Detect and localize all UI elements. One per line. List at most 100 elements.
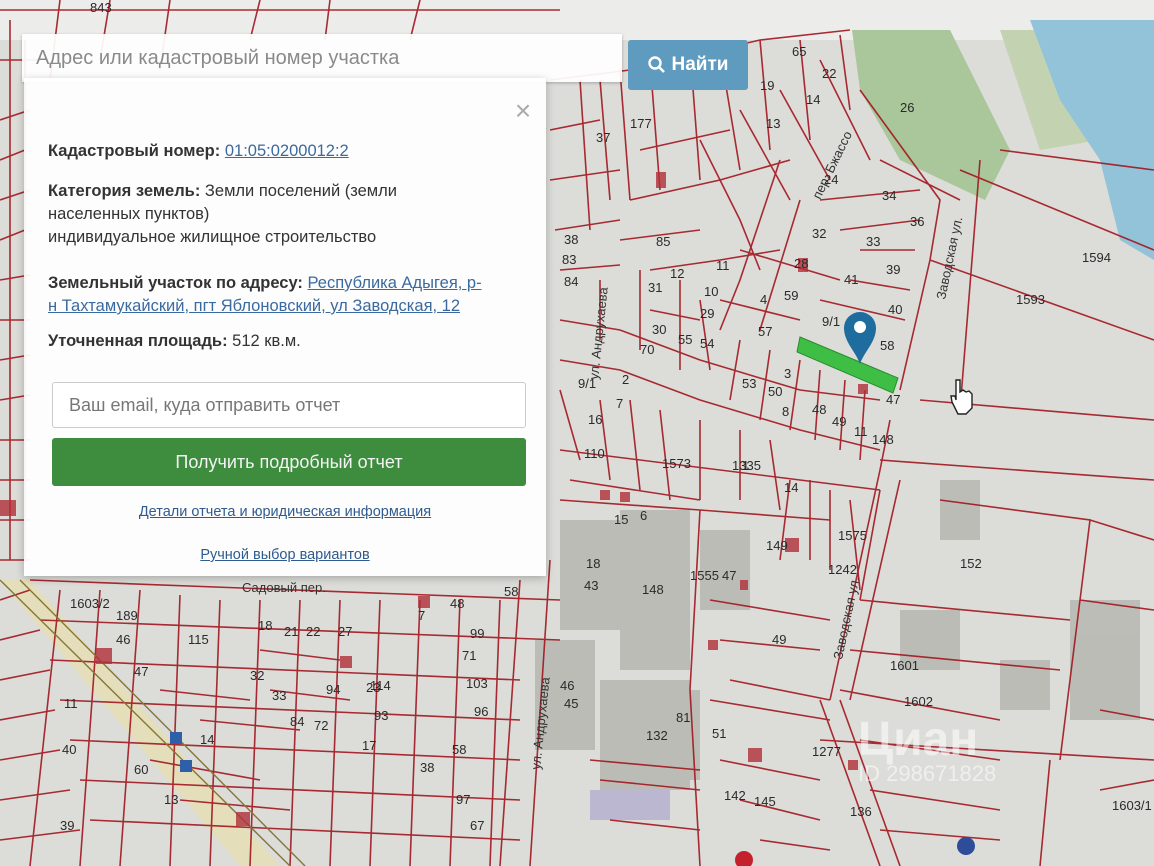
manual-selection-link[interactable]: Ручной выбор вариантов — [200, 547, 369, 563]
parcel-number-label: 1 — [742, 458, 749, 473]
parcel-number-label: 1277 — [812, 744, 841, 759]
parcel-number-label: 94 — [326, 682, 340, 697]
parcel-number-label: 115 — [188, 632, 209, 647]
search-button[interactable]: Найти — [628, 40, 748, 90]
email-field[interactable] — [52, 382, 526, 428]
area-row: Уточненная площадь: 512 кв.м. — [48, 330, 301, 353]
parcel-number-label: 43 — [584, 578, 598, 593]
parcel-number-label: 47 — [886, 392, 900, 407]
parcel-number-label: 40 — [888, 302, 902, 317]
get-report-button[interactable]: Получить подробный отчет — [52, 438, 526, 486]
parcel-number-label: 11 — [716, 258, 730, 273]
parcel-number-label: 96 — [474, 704, 488, 719]
street-label-sadovy: Садовый пер. — [242, 580, 326, 595]
parcel-number-label: 83 — [562, 252, 576, 267]
parcel-number-label: 19 — [760, 78, 774, 93]
parcel-number-label: 17 — [362, 738, 376, 753]
parcel-number-label: 23 — [366, 680, 380, 695]
parcel-number-label: 85 — [656, 234, 670, 249]
land-category-value-1: Земли поселений (земли — [204, 182, 398, 200]
parcel-number-label: 45 — [564, 696, 578, 711]
parcel-number-label: 13 — [766, 116, 780, 131]
parcel-number-label: 1602 — [904, 694, 933, 709]
parcel-number-label: 33 — [272, 688, 286, 703]
parcel-number-label: 32 — [812, 226, 826, 241]
parcel-number-label: 21 — [284, 624, 298, 639]
parcel-number-label: 10 — [704, 284, 718, 299]
parcel-number-label: 1594 — [1082, 250, 1111, 265]
parcel-number-label: 7 — [418, 608, 425, 623]
parcel-number-label: 39 — [886, 262, 900, 277]
parcel-number-label: 9/1 — [822, 314, 840, 329]
parcel-number-label: 33 — [866, 234, 880, 249]
area-label: Уточненная площадь: — [48, 332, 228, 350]
parcel-info-panel: × Кадастровый номер: 01:05:0200012:2 Кат… — [24, 78, 546, 576]
parcel-number-label: 36 — [910, 214, 924, 229]
parcel-number-label: 47 — [134, 664, 148, 679]
parcel-number-label: 32 — [250, 668, 264, 683]
parcel-number-label: 40 — [62, 742, 76, 757]
parcel-number-label: 7 — [616, 396, 623, 411]
parcel-number-label: 145 — [754, 794, 776, 809]
parcel-number-label: 38 — [420, 760, 434, 775]
parcel-number-label: 99 — [470, 626, 484, 641]
land-category-row: Категория земель: Земли поселений (земли… — [48, 180, 397, 249]
parcel-number-label: 1603/2 — [70, 596, 110, 611]
parcel-number-label: 81 — [676, 710, 690, 725]
close-icon[interactable]: × — [508, 96, 538, 126]
parcel-number-label: 149 — [766, 538, 788, 553]
parcel-number-label: 46 — [560, 678, 574, 693]
parcel-number-label: 47 — [722, 568, 736, 583]
search-input[interactable] — [22, 34, 622, 82]
parcel-number-label: 37 — [596, 130, 610, 145]
address-link-1[interactable]: Республика Адыгея, р- — [308, 274, 482, 292]
cadastral-number-label: Кадастровый номер: — [48, 142, 221, 160]
parcel-number-label: 4 — [760, 292, 767, 307]
land-category-value-2: населенных пунктов) — [48, 205, 210, 223]
parcel-number-label: 58 — [504, 584, 518, 599]
land-category-label: Категория земель: — [48, 182, 201, 200]
parcel-number-label: 11 — [854, 424, 868, 439]
parcel-number-label: 34 — [882, 188, 896, 203]
parcel-number-label: 14 — [806, 92, 820, 107]
parcel-number-label: 27 — [338, 624, 352, 639]
parcel-number-label: 97 — [456, 792, 470, 807]
parcel-number-label: 1601 — [890, 658, 919, 673]
parcel-number-label: 132 — [646, 728, 668, 743]
parcel-number-label: 29 — [700, 306, 714, 321]
parcel-number-label: 1593 — [1016, 292, 1045, 307]
area-value: 512 кв.м. — [232, 332, 301, 350]
parcel-number-label: 48 — [450, 596, 464, 611]
parcel-number-label: 55 — [678, 332, 692, 347]
cadastral-number-link[interactable]: 01:05:0200012:2 — [225, 142, 349, 160]
parcel-number-label: 93 — [374, 708, 388, 723]
parcel-number-label: 103 — [466, 676, 488, 691]
parcel-number-label: 84 — [564, 274, 578, 289]
parcel-number-label: 142 — [724, 788, 746, 803]
parcel-number-label: 49 — [832, 414, 846, 429]
details-link-row: Детали отчета и юридическая информация — [24, 504, 546, 520]
parcel-number-label: 49 — [772, 632, 786, 647]
manual-link-row: Ручной выбор вариантов — [24, 547, 546, 563]
parcel-number-label: 71 — [462, 648, 476, 663]
parcel-number-label: 67 — [470, 818, 484, 833]
parcel-number-label: 46 — [116, 632, 130, 647]
parcel-number-label: 11 — [64, 696, 78, 711]
parcel-number-label: 1555 — [690, 568, 719, 583]
parcel-number-label: 1242 — [828, 562, 857, 577]
parcel-number-label: 152 — [960, 556, 982, 571]
parcel-number-label: 15 — [614, 512, 628, 527]
parcel-number-label: 12 — [670, 266, 684, 281]
parcel-number-label: 53 — [742, 376, 756, 391]
address-link-2[interactable]: н Тахтамукайский, пгт Яблоновский, ул За… — [48, 297, 460, 315]
watermark: Циан ID 298671828 — [858, 712, 996, 787]
parcel-number-label: 72 — [314, 718, 328, 733]
details-link[interactable]: Детали отчета и юридическая информация — [139, 504, 431, 520]
parcel-number-label: 177 — [630, 116, 652, 131]
parcel-number-label: 51 — [712, 726, 726, 741]
parcel-number-label: 70 — [640, 342, 654, 357]
search-button-label: Найти — [671, 54, 729, 75]
parcel-number-label: 148 — [642, 582, 664, 597]
parcel-number-label: 60 — [134, 762, 148, 777]
metro-icon — [957, 837, 975, 855]
